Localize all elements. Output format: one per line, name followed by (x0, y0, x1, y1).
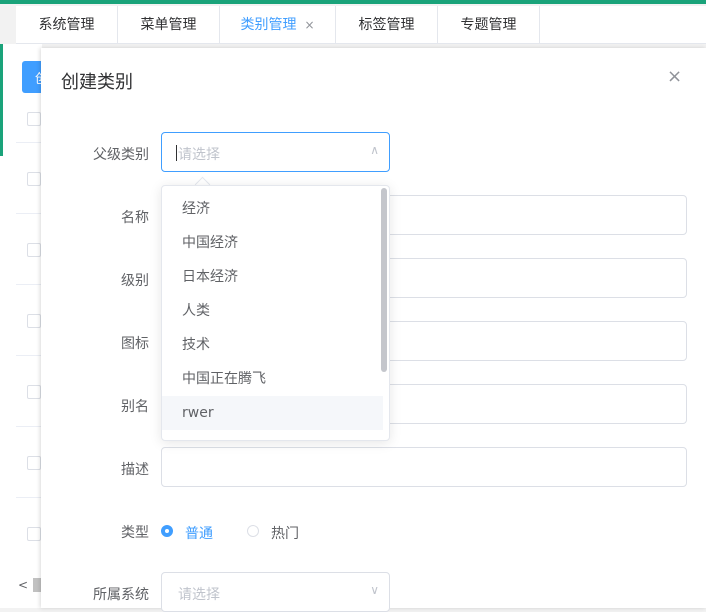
top-accent-bar (0, 0, 706, 4)
row-divider (16, 284, 42, 285)
tab-label: 菜单管理 (140, 17, 197, 33)
type-label: 类型 (121, 525, 149, 541)
row-divider (16, 355, 42, 356)
dialog-title: 创建类别 (61, 72, 133, 93)
parent-category-placeholder: 请选择 (178, 147, 220, 163)
row-checkbox[interactable] (27, 456, 41, 470)
create-category-dialog: 创建类别 × 父级类别 请选择 ∧ 名称 级别 图标 别名 描述 类型 普通 热… (41, 48, 706, 612)
description-input[interactable] (161, 447, 687, 487)
tab-close-icon[interactable]: × (304, 18, 314, 32)
dropdown-option[interactable]: 中国正在腾飞 (162, 362, 383, 396)
dropdown-option[interactable]: 人类 (162, 294, 383, 328)
alias-label: 别名 (121, 399, 149, 415)
name-label: 名称 (121, 210, 149, 226)
row-divider (16, 142, 42, 143)
scroll-left-arrow[interactable]: < (18, 578, 28, 592)
parent-category-select[interactable]: 请选择 ∧ (161, 132, 390, 172)
system-placeholder: 请选择 (178, 587, 220, 603)
tab-category-management[interactable]: 类别管理 × (220, 6, 336, 44)
row-checkbox[interactable] (27, 314, 41, 328)
chevron-up-icon: ∧ (370, 143, 379, 157)
row-divider (16, 213, 42, 214)
row-checkbox[interactable] (27, 172, 41, 186)
dropdown-scrollbar[interactable] (381, 188, 387, 372)
dropdown-option[interactable]: 经济 (162, 192, 383, 226)
tab-system-management[interactable]: 系统管理 (16, 6, 118, 44)
tab-label: 类别管理 (240, 17, 297, 33)
parent-category-label: 父级类别 (93, 147, 149, 163)
description-label: 描述 (121, 462, 149, 478)
dropdown-option[interactable]: 中国经济 (162, 226, 383, 260)
tab-topic-management[interactable]: 专题管理 (438, 6, 540, 44)
system-label: 所属系统 (93, 587, 149, 603)
text-cursor (176, 145, 177, 161)
system-select[interactable]: 请选择 ∨ (161, 572, 390, 612)
dropdown-option[interactable]: 技术 (162, 328, 383, 362)
sidebar-edge (0, 44, 3, 156)
tab-menu-management[interactable]: 菜单管理 (118, 6, 220, 44)
tab-label: 系统管理 (38, 17, 95, 33)
radio-checked-icon (161, 525, 173, 537)
tab-label: 标签管理 (358, 17, 415, 33)
dropdown-option-hovered[interactable]: rwer (162, 396, 383, 430)
tab-label: 专题管理 (460, 17, 517, 33)
chevron-down-icon: ∨ (370, 583, 379, 597)
radio-label: 普通 (185, 526, 213, 542)
close-icon[interactable]: × (667, 66, 682, 87)
row-divider (16, 426, 42, 427)
create-button[interactable]: 创 (22, 61, 48, 93)
icon-label: 图标 (121, 336, 149, 352)
tab-bar: 系统管理 菜单管理 类别管理 × 标签管理 专题管理 (16, 6, 706, 44)
dropdown-option[interactable]: 日本经济 (162, 260, 383, 294)
row-divider (16, 497, 42, 498)
parent-category-dropdown: 经济 中国经济 日本经济 人类 技术 中国正在腾飞 rwer (161, 185, 390, 441)
radio-label: 热门 (271, 526, 299, 542)
level-label: 级别 (121, 273, 149, 289)
tab-tag-management[interactable]: 标签管理 (336, 6, 438, 44)
row-checkbox[interactable] (27, 527, 41, 541)
row-checkbox[interactable] (27, 385, 41, 399)
row-checkbox[interactable] (27, 112, 41, 126)
radio-unchecked-icon (247, 525, 259, 537)
row-checkbox[interactable] (27, 243, 41, 257)
